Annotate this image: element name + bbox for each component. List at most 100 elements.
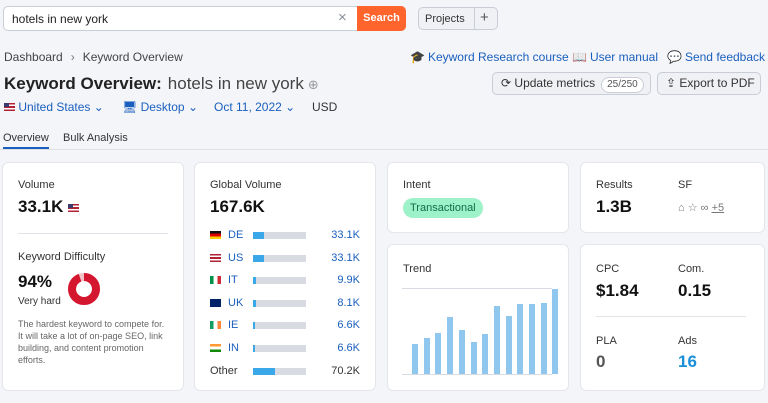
ads-label: Ads: [678, 335, 697, 347]
global-volume-row[interactable]: IN 6.6K: [210, 342, 360, 356]
competition-value: 0.15: [678, 281, 712, 300]
chevron-right-icon: ›: [70, 50, 75, 64]
country-volume[interactable]: 9.9K: [320, 274, 360, 286]
chevron-down-icon: ⌄: [187, 100, 199, 114]
volume-bar-track: [253, 368, 306, 375]
currency-label: USD: [312, 100, 338, 114]
title-keyword: hotels in new york: [167, 74, 304, 93]
breadcrumb: Dashboard › Keyword Overview: [4, 50, 183, 64]
pla-label: PLA: [596, 335, 617, 347]
pla-value: 0: [596, 352, 606, 371]
volume-value: 33.1K: [18, 197, 80, 217]
divider: [596, 316, 746, 317]
country-volume[interactable]: 33.1K: [320, 229, 360, 241]
country-code[interactable]: IT: [228, 274, 238, 286]
breadcrumb-dashboard[interactable]: Dashboard: [4, 50, 63, 64]
country-code[interactable]: DE: [228, 229, 243, 241]
difficulty-label: Keyword Difficulty: [18, 251, 106, 263]
flag-uk-icon: [210, 298, 221, 307]
date-label[interactable]: Oct 11, 2022: [214, 100, 282, 114]
country-label[interactable]: United States: [18, 100, 90, 114]
chevron-down-icon: ⌄: [285, 100, 296, 114]
intent-card: Intent Transactional: [388, 163, 568, 232]
add-project-button[interactable]: +: [480, 10, 489, 26]
search-button[interactable]: Search: [357, 6, 406, 31]
flag-in-icon: [210, 343, 221, 352]
intent-label: Intent: [403, 179, 431, 191]
global-volume-row[interactable]: UK 8.1K: [210, 297, 360, 311]
date-dropdown[interactable]: Oct 11, 2022 ⌄: [214, 100, 295, 114]
volume-number: 33.1K: [18, 197, 64, 216]
course-link-label[interactable]: Keyword Research course: [428, 50, 569, 64]
link-icon: ∞: [700, 202, 709, 214]
global-volume-card: Global Volume 167.6K DE 33.1K US 33.1K IT 9.9…: [195, 163, 375, 390]
volume-bar-fill: [253, 277, 257, 284]
feedback-link[interactable]: 💬 Send feedback: [667, 50, 765, 64]
projects-label[interactable]: Projects: [425, 13, 465, 25]
volume-card: Volume 33.1K Keyword Difficulty 94% Very…: [3, 163, 183, 390]
search-box[interactable]: hotels in new york × Search: [3, 6, 406, 31]
feedback-link-label[interactable]: Send feedback: [685, 50, 765, 64]
global-volume-row[interactable]: IT 9.9K: [210, 274, 360, 288]
trend-bar: [424, 338, 430, 374]
global-volume-row[interactable]: DE 33.1K: [210, 229, 360, 243]
projects-button[interactable]: Projects +: [418, 7, 498, 30]
tab-overview[interactable]: Overview: [3, 132, 49, 149]
course-link[interactable]: 🎓 Keyword Research course: [410, 50, 569, 64]
trend-bar: [482, 334, 488, 374]
export-pdf-label[interactable]: Export to PDF: [679, 76, 754, 90]
country-code[interactable]: UK: [228, 297, 243, 309]
tab-bulk-analysis[interactable]: Bulk Analysis: [63, 132, 128, 144]
trend-bar: [494, 306, 500, 374]
volume-bar-track: [253, 344, 306, 352]
trend-bar: [506, 316, 512, 374]
flag-us-icon: [210, 253, 221, 262]
flag-ie-icon: [210, 321, 221, 329]
volume-bar-fill: [253, 344, 256, 352]
search-input[interactable]: hotels in new york: [12, 12, 108, 26]
trend-bar: [541, 303, 547, 374]
device-dropdown[interactable]: 🖥 Desktop ⌄: [122, 100, 198, 114]
global-volume-row[interactable]: IE 6.6K: [210, 319, 360, 333]
global-volume-row[interactable]: US 33.1K: [210, 252, 360, 266]
manual-link-label[interactable]: User manual: [590, 50, 658, 64]
country-code[interactable]: IN: [228, 342, 239, 354]
country-volume[interactable]: 8.1K: [320, 297, 360, 309]
country-code[interactable]: US: [228, 252, 243, 264]
trend-bar: [517, 304, 523, 374]
add-to-list-icon[interactable]: ⊕: [308, 77, 319, 92]
trend-bar: [412, 344, 418, 374]
trend-bar: [447, 317, 453, 374]
volume-bar-track: [253, 322, 306, 329]
country-volume[interactable]: 33.1K: [320, 252, 360, 264]
sf-label: SF: [678, 179, 693, 191]
update-metrics-label[interactable]: Update metrics: [514, 76, 595, 90]
results-label: Results: [596, 179, 633, 191]
country-volume[interactable]: 6.6K: [320, 319, 360, 331]
country-code[interactable]: IE: [228, 319, 238, 331]
device-label[interactable]: Desktop: [141, 100, 185, 114]
difficulty-gauge: [68, 273, 100, 305]
country-code: Other: [210, 365, 238, 377]
trend-label: Trend: [403, 263, 432, 275]
grid-line: [402, 288, 552, 289]
country-volume: 70.2K: [331, 365, 360, 377]
ads-value[interactable]: 16: [678, 352, 697, 372]
sf-more-link[interactable]: +5: [712, 202, 725, 214]
cpc-label: CPC: [596, 263, 620, 275]
divider: [18, 233, 168, 234]
volume-label: Volume: [18, 179, 55, 191]
close-icon[interactable]: ×: [338, 10, 347, 26]
trend-bar: [471, 342, 477, 374]
update-metrics-button[interactable]: ⟳ Update metrics 25/250: [492, 72, 651, 95]
manual-link[interactable]: 📖 User manual: [572, 50, 658, 64]
country-dropdown[interactable]: United States ⌄: [4, 100, 104, 114]
cpc-value: $1.84: [596, 281, 639, 300]
hotel-icon: ⌂: [678, 202, 685, 214]
chat-icon: 💬: [667, 50, 682, 64]
country-volume[interactable]: 6.6K: [320, 342, 360, 354]
export-pdf-button[interactable]: ⇪ Export to PDF: [657, 72, 761, 95]
page-title: Keyword Overview: hotels in new york ⊕: [4, 74, 319, 94]
volume-bar-track: [253, 232, 306, 239]
volume-bar-track: [253, 299, 306, 307]
